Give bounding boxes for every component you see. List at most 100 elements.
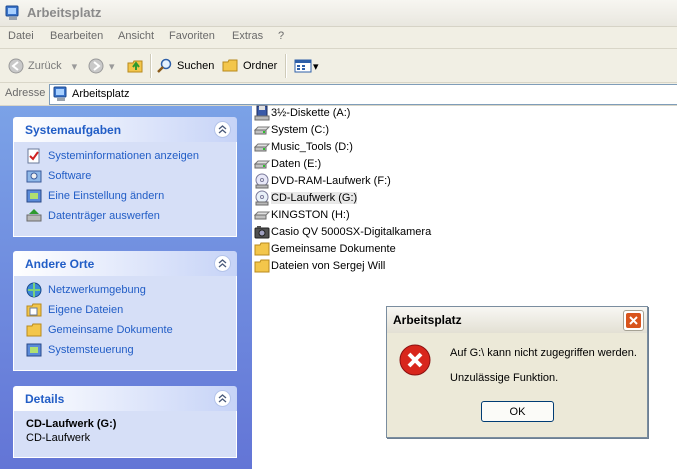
address-label: Adresse	[5, 87, 46, 99]
error-detail: Unzulässige Funktion.	[450, 372, 559, 384]
cd-drive-icon	[255, 190, 269, 205]
close-icon	[626, 313, 641, 328]
other-places-panel: Andere Orte Netzwerkumgebung Eigene Date…	[13, 251, 237, 371]
error-icon	[399, 344, 431, 376]
software-icon	[26, 170, 42, 183]
address-bar: Adresse Arbeitsplatz	[0, 83, 677, 106]
forward-button[interactable]: ▾	[88, 56, 115, 76]
control-panel-icon	[26, 343, 42, 357]
folder-icon	[254, 259, 270, 272]
address-value: Arbeitsplatz	[72, 88, 130, 100]
back-dropdown-icon[interactable]: ▾	[72, 60, 78, 73]
system-tasks-panel: Systemaufgaben Systeminformationen anzei…	[13, 117, 237, 237]
computer-icon	[53, 86, 67, 101]
menu-bar: Datei Bearbeiten Ansicht Favoriten Extra…	[0, 27, 677, 49]
title-bar: Arbeitsplatz	[0, 0, 677, 27]
network-icon	[26, 282, 42, 298]
list-item[interactable]: Daten (E:)	[254, 155, 321, 172]
toolbar-separator	[150, 54, 152, 78]
details-panel: Details CD-Laufwerk (G:) CD-Laufwerk	[13, 386, 237, 458]
computer-icon	[5, 5, 19, 20]
list-item[interactable]: CD-Laufwerk (G:)	[254, 189, 358, 206]
collapse-button[interactable]	[214, 390, 231, 407]
search-label: Suchen	[177, 60, 215, 72]
toolbar-separator	[285, 54, 287, 78]
menu-help[interactable]: ?	[278, 30, 284, 42]
other-places-body: Netzwerkumgebung Eigene Dateien Gemeinsa…	[13, 276, 237, 371]
menu-view[interactable]: Ansicht	[118, 30, 154, 42]
floppy-drive-icon	[254, 105, 270, 120]
address-field[interactable]: Arbeitsplatz	[49, 84, 677, 105]
place-my-documents[interactable]: Eigene Dateien	[26, 301, 123, 319]
control-panel-icon	[26, 189, 42, 203]
error-dialog: Arbeitsplatz Auf G:\ kann nicht zugegrif…	[386, 306, 648, 438]
forward-arrow-icon	[88, 58, 104, 74]
place-shared-documents[interactable]: Gemeinsame Dokumente	[26, 321, 173, 339]
details-body: CD-Laufwerk (G:) CD-Laufwerk	[13, 411, 237, 458]
folders-button[interactable]: Ordner	[222, 56, 277, 76]
hard-drive-icon	[254, 143, 270, 151]
collapse-button[interactable]	[214, 255, 231, 272]
details-item-name: CD-Laufwerk (G:)	[26, 418, 117, 430]
menu-file[interactable]: Datei	[8, 30, 34, 42]
dialog-title-bar[interactable]: Arbeitsplatz	[387, 307, 647, 333]
forward-dropdown-icon[interactable]: ▾	[109, 60, 115, 73]
eject-drive-icon	[26, 209, 42, 222]
panel-title: Systemaufgaben	[25, 123, 122, 137]
panel-title: Details	[25, 392, 65, 406]
window-title: Arbeitsplatz	[27, 5, 102, 20]
task-software[interactable]: Software	[26, 167, 91, 185]
hard-drive-icon	[254, 126, 270, 134]
search-icon	[157, 58, 172, 73]
up-folder-icon	[127, 60, 143, 73]
list-item[interactable]: System (C:)	[254, 121, 329, 138]
menu-tools[interactable]: Extras	[232, 30, 263, 42]
removable-drive-icon	[254, 211, 270, 219]
menu-edit[interactable]: Bearbeiten	[50, 30, 103, 42]
system-info-icon	[27, 148, 40, 164]
menu-favorites[interactable]: Favoriten	[169, 30, 215, 42]
list-item[interactable]: Dateien von Sergej Will	[254, 257, 385, 274]
views-icon	[294, 59, 312, 73]
dialog-title: Arbeitsplatz	[393, 313, 462, 327]
up-folder-button[interactable]	[127, 56, 144, 76]
task-eject-media[interactable]: Datenträger auswerfen	[26, 207, 160, 225]
place-control-panel[interactable]: Systemsteuerung	[26, 341, 134, 359]
system-tasks-body: Systeminformationen anzeigen Software Ei…	[13, 142, 237, 237]
documents-folder-icon	[26, 303, 42, 317]
list-item[interactable]: Music_Tools (D:)	[254, 138, 353, 155]
list-item[interactable]: DVD-RAM-Laufwerk (F:)	[254, 172, 391, 189]
task-change-setting[interactable]: Eine Einstellung ändern	[26, 187, 164, 205]
details-header[interactable]: Details	[13, 386, 237, 411]
folder-icon	[254, 242, 270, 255]
close-button[interactable]	[623, 310, 644, 331]
views-button[interactable]: ▾	[294, 56, 319, 76]
folders-label: Ordner	[243, 60, 278, 72]
back-label: Zurück	[28, 60, 62, 72]
collapse-button[interactable]	[214, 121, 231, 138]
back-button[interactable]: Zurück ▾	[8, 56, 77, 76]
task-pane: Systemaufgaben Systeminformationen anzei…	[0, 106, 252, 469]
other-places-header[interactable]: Andere Orte	[13, 251, 237, 276]
panel-title: Andere Orte	[25, 257, 95, 271]
list-item[interactable]: 3½-Diskette (A:)	[254, 104, 350, 121]
chevron-up-icon	[218, 125, 227, 134]
details-item-type: CD-Laufwerk	[26, 432, 91, 444]
back-arrow-icon	[8, 58, 24, 74]
list-item[interactable]: KINGSTON (H:)	[254, 206, 350, 223]
ok-button[interactable]: OK	[481, 401, 554, 422]
chevron-up-icon	[218, 394, 227, 403]
chevron-up-icon	[218, 259, 227, 268]
place-network[interactable]: Netzwerkumgebung	[26, 281, 146, 299]
dvd-drive-icon	[255, 173, 269, 188]
hard-drive-icon	[254, 160, 270, 168]
camera-icon	[254, 225, 270, 238]
task-system-info[interactable]: Systeminformationen anzeigen	[26, 147, 199, 165]
list-item[interactable]: Casio QV 5000SX-Digitalkamera	[254, 223, 431, 240]
folder-icon	[222, 59, 238, 72]
toolbar: Zurück ▾ ▾ Suchen Ordner ▾	[0, 49, 677, 83]
views-dropdown-icon[interactable]: ▾	[313, 60, 319, 73]
list-item[interactable]: Gemeinsame Dokumente	[254, 240, 396, 257]
search-button[interactable]: Suchen	[157, 56, 214, 76]
system-tasks-header[interactable]: Systemaufgaben	[13, 117, 237, 142]
